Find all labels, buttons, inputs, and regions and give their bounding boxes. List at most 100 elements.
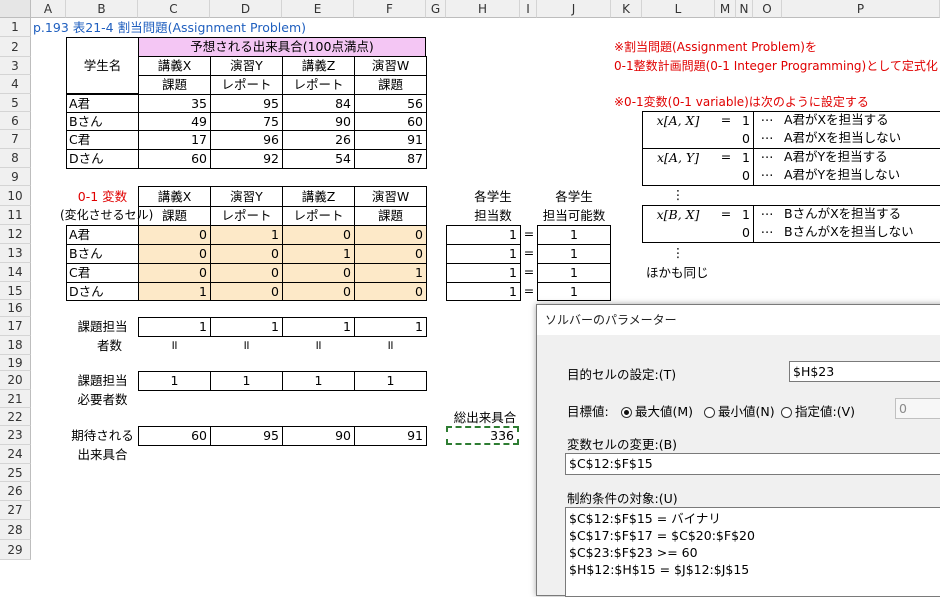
score-cell[interactable]: 87	[354, 149, 427, 169]
possible-label[interactable]: 担当可能数	[534, 206, 614, 225]
column-header-h[interactable]: H	[446, 0, 520, 18]
assigned-count-cell[interactable]: 1	[446, 263, 521, 283]
assignment-cell[interactable]: 1	[138, 282, 211, 301]
expected-value-cell[interactable]: 60	[138, 426, 211, 446]
var-student-name[interactable]: A君	[66, 225, 139, 245]
score-cell[interactable]: 35	[138, 94, 211, 113]
assignment-cell[interactable]: 0	[354, 282, 427, 301]
var-lecture-subheader-1[interactable]: レポート	[210, 206, 283, 226]
var-lecture-subheader-0[interactable]: 課題	[138, 206, 211, 226]
row-header-6[interactable]: 6	[0, 112, 31, 130]
row-header-11[interactable]: 11	[0, 206, 31, 225]
lecture-header-0[interactable]: 講義X	[138, 56, 211, 76]
possible-count-cell[interactable]: 1	[537, 244, 611, 264]
sheet-title[interactable]: p.193 表21-4 割当問題(Assignment Problem)	[33, 19, 306, 37]
assigned-count-cell[interactable]: 1	[446, 225, 521, 245]
column-header-k[interactable]: K	[611, 0, 642, 18]
radio-max[interactable]: 最大値(M)	[621, 401, 693, 420]
score-cell[interactable]: 90	[282, 112, 355, 131]
score-cell[interactable]: 26	[282, 130, 355, 150]
lecture-subheader-0[interactable]: 課題	[138, 75, 211, 95]
column-header-g[interactable]: G	[426, 0, 446, 18]
row-header-12[interactable]: 12	[0, 225, 31, 244]
radio-min[interactable]: 最小値(N)	[704, 401, 775, 420]
constraint-item[interactable]: $C$17:$F$17 = $C$20:$F$20	[569, 527, 940, 544]
var-lecture-subheader-2[interactable]: レポート	[282, 206, 355, 226]
radio-value-icon[interactable]	[781, 407, 792, 418]
student-label[interactable]: 学生名	[66, 37, 139, 94]
assignment-cell[interactable]: 1	[210, 225, 283, 245]
note-line3[interactable]: ※0-1変数(0-1 variable)は次のように設定する	[614, 93, 869, 111]
column-header-c[interactable]: C	[138, 0, 210, 18]
row-header-16[interactable]: 16	[0, 300, 31, 317]
assignment-cell[interactable]: 0	[282, 225, 355, 245]
assigned-count-cell[interactable]: 1	[446, 282, 521, 301]
expected-header[interactable]: 予想される出来具合(100点満点)	[138, 37, 426, 57]
possible-count-cell[interactable]: 1	[537, 263, 611, 283]
expected-value-cell[interactable]: 95	[210, 426, 283, 446]
expected-label[interactable]: 期待される	[66, 426, 139, 445]
var-lecture-header-1[interactable]: 演習Y	[210, 186, 283, 207]
column-header-i[interactable]: I	[520, 0, 537, 18]
expected-value-cell[interactable]: 91	[354, 426, 427, 446]
student-name[interactable]: Bさん	[66, 112, 139, 131]
lecture-header-3[interactable]: 演習W	[354, 56, 427, 76]
row-header-22[interactable]: 22	[0, 408, 31, 426]
assignment-cell[interactable]: 0	[282, 282, 355, 301]
score-cell[interactable]: 92	[210, 149, 283, 169]
needed-count-cell[interactable]: 1	[354, 371, 427, 391]
column-header-n[interactable]: N	[736, 0, 753, 18]
lecture-header-2[interactable]: 講義Z	[282, 56, 355, 76]
lecture-header-1[interactable]: 演習Y	[210, 56, 283, 76]
column-header-o[interactable]: O	[753, 0, 782, 18]
target-value-input[interactable]: 0	[895, 398, 940, 419]
radio-min-icon[interactable]	[704, 407, 715, 418]
var-student-name[interactable]: Dさん	[66, 282, 139, 301]
assignment-cell[interactable]: 0	[138, 263, 211, 283]
assignment-cell[interactable]: 0	[138, 225, 211, 245]
task-count-label-2[interactable]: 者数	[80, 336, 139, 355]
row-header-17[interactable]: 17	[0, 317, 31, 336]
score-cell[interactable]: 54	[282, 149, 355, 169]
var-lecture-header-3[interactable]: 演習W	[354, 186, 427, 207]
column-header-m[interactable]: M	[715, 0, 736, 18]
column-header-j[interactable]: J	[537, 0, 611, 18]
column-header-p[interactable]: P	[782, 0, 940, 18]
score-cell[interactable]: 60	[354, 112, 427, 131]
note-line1[interactable]: ※割当問題(Assignment Problem)を	[614, 38, 817, 56]
score-cell[interactable]: 49	[138, 112, 211, 131]
lecture-subheader-3[interactable]: 課題	[354, 75, 427, 95]
assignment-cell[interactable]: 0	[210, 244, 283, 264]
row-header-15[interactable]: 15	[0, 282, 31, 300]
row-header-20[interactable]: 20	[0, 371, 31, 390]
score-cell[interactable]: 56	[354, 94, 427, 113]
each-student-label-j[interactable]: 各学生	[537, 187, 611, 206]
row-header-19[interactable]: 19	[0, 355, 31, 371]
column-header-l[interactable]: L	[642, 0, 715, 18]
select-all-corner[interactable]	[0, 0, 31, 18]
row-header-18[interactable]: 18	[0, 336, 31, 355]
row-header-23[interactable]: 23	[0, 426, 31, 445]
needed-count-cell[interactable]: 1	[210, 371, 283, 391]
radio-max-icon[interactable]	[621, 407, 632, 418]
possible-count-cell[interactable]: 1	[537, 282, 611, 301]
task-count-cell[interactable]: 1	[282, 317, 355, 337]
row-header-7[interactable]: 7	[0, 130, 31, 149]
var-student-name[interactable]: Bさん	[66, 244, 139, 264]
row-header-10[interactable]: 10	[0, 186, 31, 206]
solver-title[interactable]: ソルバーのパラメーター	[537, 305, 940, 335]
assignment-cell[interactable]: 1	[282, 244, 355, 264]
task-count-label[interactable]: 課題担当	[66, 317, 139, 336]
assignment-cell[interactable]: 0	[138, 244, 211, 264]
row-header-27[interactable]: 27	[0, 501, 31, 520]
row-header-25[interactable]: 25	[0, 464, 31, 482]
note-line2[interactable]: 0-1整数計画問題(0-1 Integer Programming)として定式化	[614, 57, 938, 75]
row-header-5[interactable]: 5	[0, 94, 31, 112]
total-label[interactable]: 総出来具合	[445, 408, 525, 427]
needed-count-cell[interactable]: 1	[138, 371, 211, 391]
var-sub-label[interactable]: (変化させるセル)	[60, 206, 153, 225]
total-value-cell[interactable]: 336	[446, 426, 519, 445]
each-student-label-h[interactable]: 各学生	[448, 187, 538, 206]
row-header-2[interactable]: 2	[0, 37, 31, 57]
score-cell[interactable]: 95	[210, 94, 283, 113]
